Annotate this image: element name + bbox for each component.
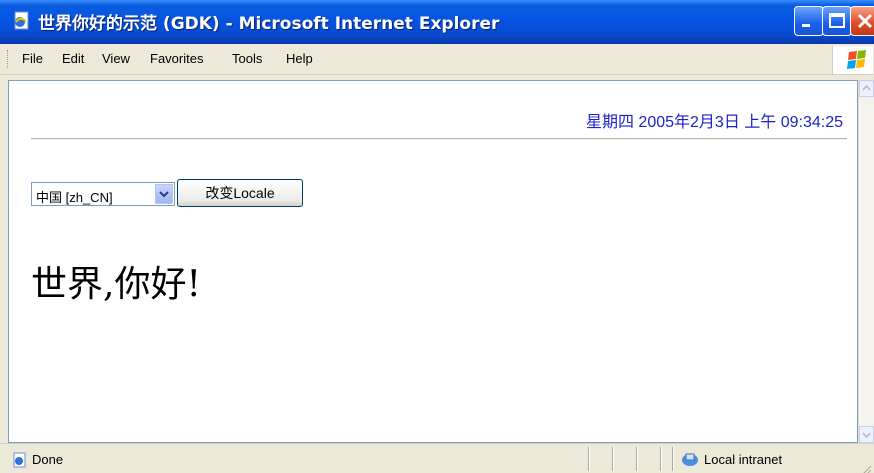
- done-page-icon: [12, 452, 28, 468]
- windows-logo-icon: [832, 46, 873, 74]
- security-zone-text: Local intranet: [704, 452, 783, 467]
- change-locale-button[interactable]: 改变Locale: [177, 179, 303, 207]
- ie-page-icon: [12, 11, 32, 31]
- local-intranet-icon: [680, 451, 700, 467]
- browser-window: 世界你好的示范 (GDK) - Microsoft Internet Explo…: [0, 0, 874, 473]
- status-cell: [612, 447, 614, 471]
- scroll-up-button[interactable]: [859, 80, 874, 97]
- maximize-icon: [823, 13, 851, 39]
- close-icon: [851, 13, 874, 39]
- window-title: 世界你好的示范 (GDK) - Microsoft Internet Explo…: [38, 14, 500, 34]
- close-button[interactable]: [850, 6, 874, 36]
- resize-grip[interactable]: [860, 460, 872, 473]
- menu-edit[interactable]: Edit: [62, 51, 84, 66]
- vertical-scrollbar[interactable]: [858, 80, 874, 443]
- scroll-down-button[interactable]: [859, 426, 874, 443]
- status-cell: [672, 447, 674, 471]
- date-time-display: 星期四 2005年2月3日 上午 09:34:25: [585, 114, 843, 131]
- chevron-down-icon[interactable]: [155, 184, 173, 204]
- locale-select-value: 中国 [zh_CN]: [36, 190, 113, 205]
- menu-bar: File Edit View Favorites Tools Help: [0, 44, 874, 75]
- status-cell: [660, 447, 662, 471]
- menu-grip[interactable]: [7, 50, 10, 68]
- locale-select[interactable]: 中国 [zh_CN]: [31, 182, 175, 206]
- title-bar: 世界你好的示范 (GDK) - Microsoft Internet Explo…: [0, 0, 874, 44]
- maximize-button[interactable]: [822, 6, 852, 36]
- divider: [31, 138, 847, 140]
- page-heading: 世界,你好!: [31, 264, 201, 306]
- menu-tools[interactable]: Tools: [232, 51, 262, 66]
- status-bar: Done Local intranet: [0, 443, 874, 473]
- minimize-button[interactable]: [794, 6, 824, 36]
- menu-view[interactable]: View: [102, 51, 130, 66]
- status-cell: [588, 447, 590, 471]
- page-content: 星期四 2005年2月3日 上午 09:34:25 中国 [zh_CN] 改变L…: [8, 80, 858, 443]
- menu-favorites[interactable]: Favorites: [150, 51, 203, 66]
- status-text: Done: [32, 452, 64, 467]
- status-cell: [636, 447, 638, 471]
- minimize-icon: [795, 20, 823, 39]
- menu-file[interactable]: File: [22, 51, 43, 66]
- menu-help[interactable]: Help: [286, 51, 313, 66]
